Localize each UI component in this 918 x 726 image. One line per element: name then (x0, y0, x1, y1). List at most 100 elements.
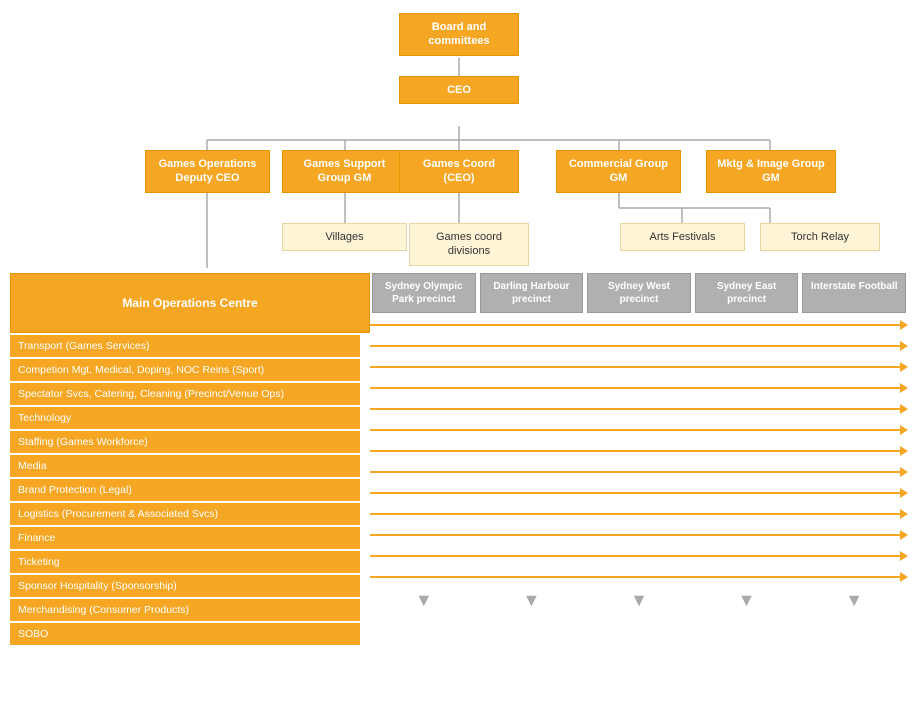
services-list: Transport (Games Services)Competion Mgt,… (10, 335, 370, 645)
mktg-image-box: Mktg & Image Group GM (706, 150, 836, 193)
org-top-section: Board and committees CEO Games Operation… (10, 8, 908, 268)
arrow-line-10 (370, 534, 900, 536)
arrow-row-5 (370, 420, 908, 439)
arrow-row-9 (370, 504, 908, 523)
sydney-east-box: Sydney East precinct (695, 273, 799, 313)
arrow-tip-9 (900, 509, 908, 519)
service-label-6: Brand Protection (Legal) (10, 479, 360, 501)
torch-relay-label: Torch Relay (791, 231, 849, 243)
down-arrow-1: ▼ (370, 590, 478, 611)
down-arrow-3: ▼ (585, 590, 693, 611)
service-label-0: Transport (Games Services) (10, 335, 360, 357)
down-arrow-5: ▼ (800, 590, 908, 611)
main-ops-box: Main Operations Centre (10, 273, 370, 333)
commercial-group-box: Commercial Group GM (556, 150, 681, 193)
arrow-row-7 (370, 462, 908, 481)
arrow-tip-4 (900, 404, 908, 414)
arrow-line-11 (370, 555, 900, 557)
service-label-12: SOBO (10, 623, 360, 645)
board-box: Board and committees (399, 13, 519, 56)
arrow-tip-2 (900, 362, 908, 372)
arrow-tip-6 (900, 446, 908, 456)
arrow-row-4 (370, 399, 908, 418)
games-support-label: Games Support Group GM (304, 158, 386, 184)
sydney-west-label: Sydney West precinct (608, 281, 670, 305)
arrow-row-3 (370, 378, 908, 397)
sydney-olympic-box: Sydney Olympic Park precinct (372, 273, 476, 313)
main-ops-section: Main Operations Centre Transport (Games … (10, 273, 908, 647)
arrow-row-0 (370, 315, 908, 334)
precinct-headers: Sydney Olympic Park precinct Darling Har… (370, 273, 908, 313)
games-coord-div-label: Games coord divisions (436, 231, 502, 257)
service-label-7: Logistics (Procurement & Associated Svcs… (10, 503, 360, 525)
arrow-row-12 (370, 567, 908, 586)
service-label-10: Sponsor Hospitality (Sponsorship) (10, 575, 360, 597)
arrow-row-11 (370, 546, 908, 565)
interstate-box: Interstate Football (802, 273, 906, 313)
service-label-4: Staffing (Games Workforce) (10, 431, 360, 453)
org-chart: Board and committees CEO Games Operation… (0, 0, 918, 657)
arrow-line-6 (370, 450, 900, 452)
service-label-11: Merchandising (Consumer Products) (10, 599, 360, 621)
villages-box: Villages (282, 223, 407, 251)
games-coord-label: Games Coord (CEO) (423, 158, 495, 184)
ceo-label: CEO (447, 84, 471, 96)
service-label-3: Technology (10, 407, 360, 429)
arrow-line-3 (370, 387, 900, 389)
arrow-line-2 (370, 366, 900, 368)
arrow-row-1 (370, 336, 908, 355)
down-arrow-2: ▼ (478, 590, 586, 611)
down-arrows: ▼ ▼ ▼ ▼ ▼ (370, 590, 908, 611)
arrow-tip-5 (900, 425, 908, 435)
games-coord-div-box: Games coord divisions (409, 223, 529, 266)
darling-harbour-box: Darling Harbour precinct (480, 273, 584, 313)
service-label-1: Competion Mgt, Medical, Doping, NOC Rein… (10, 359, 360, 381)
arts-festivals-box: Arts Festivals (620, 223, 745, 251)
arrow-line-1 (370, 345, 900, 347)
commercial-group-label: Commercial Group GM (569, 158, 668, 184)
arrow-line-4 (370, 408, 900, 410)
interstate-label: Interstate Football (811, 281, 898, 292)
arrow-row-2 (370, 357, 908, 376)
sydney-olympic-label: Sydney Olympic Park precinct (385, 281, 463, 305)
arrow-line-7 (370, 471, 900, 473)
games-support-box: Games Support Group GM (282, 150, 407, 193)
main-ops-label: Main Operations Centre (122, 296, 257, 310)
mktg-image-label: Mktg & Image Group GM (717, 158, 825, 184)
arrow-tip-11 (900, 551, 908, 561)
ceo-box: CEO (399, 76, 519, 104)
games-coord-box: Games Coord (CEO) (399, 150, 519, 193)
games-ops-dep-box: Games Operations Deputy CEO (145, 150, 270, 193)
games-ops-dep-label: Games Operations Deputy CEO (159, 158, 257, 184)
services-lines (370, 313, 908, 588)
darling-harbour-label: Darling Harbour precinct (493, 281, 569, 305)
sydney-east-label: Sydney East precinct (717, 281, 776, 305)
arrow-line-0 (370, 324, 900, 326)
left-panel: Main Operations Centre Transport (Games … (10, 273, 370, 647)
arrow-row-6 (370, 441, 908, 460)
arrow-row-8 (370, 483, 908, 502)
arts-festivals-label: Arts Festivals (649, 231, 715, 243)
service-label-9: Ticketing (10, 551, 360, 573)
sydney-west-box: Sydney West precinct (587, 273, 691, 313)
arrow-tip-1 (900, 341, 908, 351)
right-panel: Sydney Olympic Park precinct Darling Har… (370, 273, 908, 647)
arrow-tip-3 (900, 383, 908, 393)
arrow-line-8 (370, 492, 900, 494)
service-label-2: Spectator Svcs, Catering, Cleaning (Prec… (10, 383, 360, 405)
arrow-line-5 (370, 429, 900, 431)
service-label-5: Media (10, 455, 360, 477)
arrow-tip-12 (900, 572, 908, 582)
arrow-line-12 (370, 576, 900, 578)
arrow-line-9 (370, 513, 900, 515)
board-label: Board and committees (428, 21, 489, 47)
villages-label: Villages (325, 231, 363, 243)
down-arrow-4: ▼ (693, 590, 801, 611)
torch-relay-box: Torch Relay (760, 223, 880, 251)
arrow-tip-10 (900, 530, 908, 540)
arrow-tip-0 (900, 320, 908, 330)
arrow-row-10 (370, 525, 908, 544)
arrow-tip-8 (900, 488, 908, 498)
arrow-tip-7 (900, 467, 908, 477)
service-label-8: Finance (10, 527, 360, 549)
